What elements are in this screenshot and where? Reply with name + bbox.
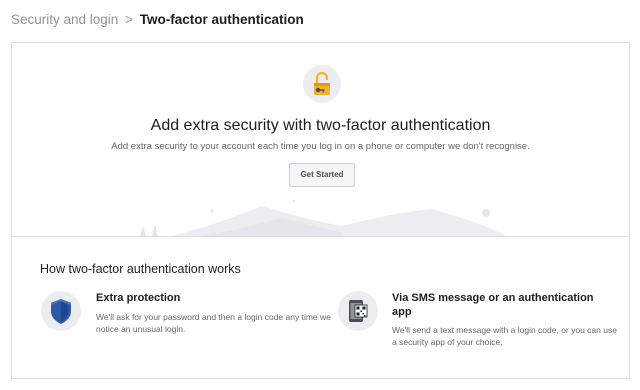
get-started-button[interactable]: Get Started — [289, 163, 355, 187]
how-it-works-title: How two-factor authentication works — [40, 262, 241, 276]
page-title: Two-factor authentication — [139, 12, 304, 27]
shield-icon — [41, 291, 81, 331]
breadcrumb-separator: > — [125, 12, 133, 27]
section-divider — [12, 236, 629, 237]
phone-qr-icon — [338, 291, 378, 331]
feature-title-sms-app: Via SMS message or an authentication app — [392, 292, 594, 318]
feature-desc-sms-app: We'll send a text message with a login c… — [392, 325, 617, 347]
hero-section: Add extra security with two-factor authe… — [12, 43, 629, 236]
two-factor-card: Add extra security with two-factor authe… — [11, 42, 630, 379]
decorative-hills-illustration — [140, 199, 507, 236]
hero-title: Add extra security with two-factor authe… — [150, 117, 491, 134]
breadcrumb-parent-link[interactable]: Security and login — [11, 12, 118, 27]
breadcrumb: Security and login > Two-factor authenti… — [11, 11, 304, 29]
unlocked-padlock-icon — [303, 65, 341, 103]
feature-title-extra-protection: Extra protection — [96, 292, 181, 304]
hero-subtitle: Add extra security to your account each … — [111, 141, 530, 152]
feature-desc-extra-protection: We'll ask for your password and then a l… — [96, 312, 331, 334]
